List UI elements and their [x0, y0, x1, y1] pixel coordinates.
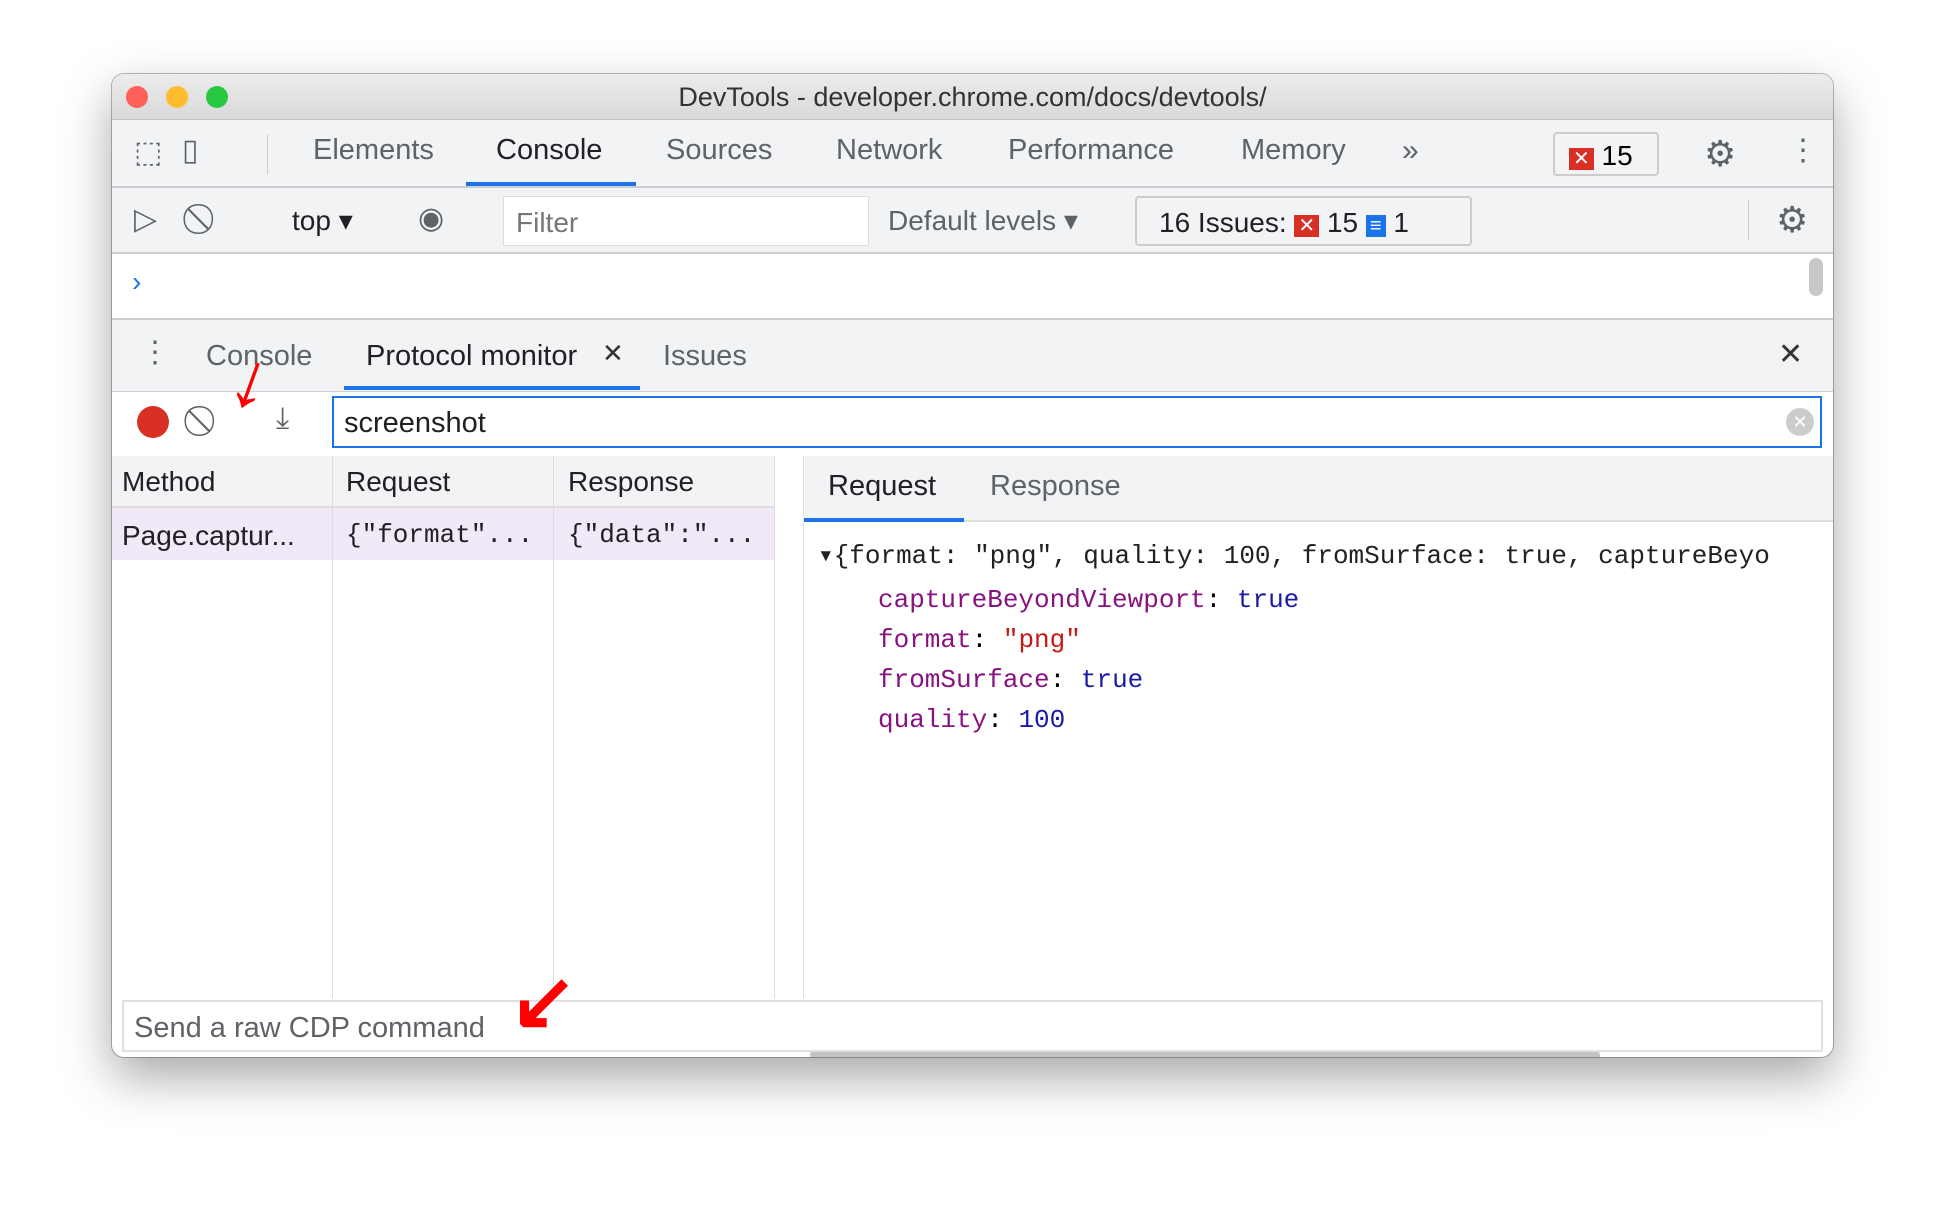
column-header-request[interactable]: Request: [346, 466, 450, 498]
tab-network[interactable]: Network: [836, 134, 942, 167]
more-tabs-icon[interactable]: »: [1402, 136, 1419, 166]
download-icon[interactable]: ⤓: [276, 404, 289, 434]
minimize-window-button[interactable]: [166, 86, 188, 108]
error-count: 15: [1601, 140, 1633, 171]
log-levels-select[interactable]: Default levels ▾: [888, 204, 1078, 237]
cdp-command-input[interactable]: Send a raw CDP command: [122, 1000, 1823, 1052]
console-settings-icon[interactable]: ⚙: [1776, 202, 1808, 238]
console-prompt-area[interactable]: ›: [112, 254, 1833, 320]
filter-input[interactable]: Filter: [503, 196, 869, 246]
record-button[interactable]: [137, 406, 169, 438]
protocol-toolbar: ⃠ ⤓ screenshot ✕: [112, 392, 1833, 456]
property-row: fromSurface: true: [878, 665, 1144, 695]
request-properties: captureBeyondViewport: true format: "png…: [878, 580, 1299, 740]
console-scrollbar[interactable]: [1809, 258, 1823, 296]
tab-sources[interactable]: Sources: [666, 134, 772, 167]
protocol-messages-table: Method Request Response Page.captur... {…: [112, 456, 775, 998]
column-header-method[interactable]: Method: [122, 466, 215, 498]
title-bar: DevTools - developer.chrome.com/docs/dev…: [112, 74, 1833, 120]
close-window-button[interactable]: [126, 86, 148, 108]
property-row: quality: 100: [878, 705, 1066, 735]
drawer-tabbar: ⋮ Console Protocol monitor ✕ Issues ✕: [112, 320, 1833, 392]
error-icon: ✕: [1294, 215, 1320, 237]
drawer-tab-protocol-monitor[interactable]: Protocol monitor: [366, 340, 577, 373]
maximize-window-button[interactable]: [206, 86, 228, 108]
detail-tab-request[interactable]: Request: [828, 470, 936, 503]
sidebar-toggle-icon[interactable]: ▷: [134, 205, 157, 235]
window-title: DevTools - developer.chrome.com/docs/dev…: [678, 82, 1267, 112]
row-method: Page.captur...: [122, 520, 295, 551]
row-response: {"data":"...: [568, 520, 756, 550]
issues-button[interactable]: 16 Issues: ✕ 15 ≡ 1: [1135, 196, 1472, 246]
request-object-summary[interactable]: ▾{format: "png", quality: 100, fromSurfa…: [818, 540, 1770, 571]
row-request: {"format"...: [346, 520, 534, 550]
property-row: format: "png": [878, 625, 1081, 655]
prompt-chevron-icon: ›: [132, 266, 142, 297]
close-tab-icon[interactable]: ✕: [602, 340, 624, 366]
close-drawer-icon[interactable]: ✕: [1778, 340, 1803, 370]
clear-filter-icon[interactable]: ✕: [1786, 408, 1814, 436]
table-row[interactable]: Page.captur... {"format"... {"data":"...: [112, 508, 774, 560]
settings-gear-icon[interactable]: ⚙: [1704, 136, 1736, 172]
annotation-arrow-icon: ↙: [510, 956, 578, 1045]
main-toolbar: ⬚ ▯ Elements Console Sources Network Per…: [112, 120, 1833, 188]
console-toolbar: ▷ ⃠ top ▾ ◉ Filter Default levels ▾ 16 I…: [112, 188, 1833, 254]
context-select[interactable]: top ▾: [292, 204, 353, 237]
tab-console[interactable]: Console: [496, 134, 602, 167]
drawer-menu-icon[interactable]: ⋮: [140, 338, 170, 368]
tab-performance[interactable]: Performance: [1008, 134, 1174, 167]
devtools-window: DevTools - developer.chrome.com/docs/dev…: [112, 74, 1833, 1057]
error-badge[interactable]: ✕ 15: [1553, 132, 1659, 176]
protocol-filter-input[interactable]: screenshot ✕: [332, 396, 1822, 448]
inspect-element-icon[interactable]: ⬚: [134, 138, 162, 168]
tab-memory[interactable]: Memory: [1241, 134, 1346, 167]
info-message-icon: ≡: [1365, 215, 1386, 237]
drawer-tab-issues[interactable]: Issues: [663, 340, 747, 373]
tab-elements[interactable]: Elements: [313, 134, 434, 167]
more-options-icon[interactable]: ⋮: [1788, 136, 1818, 166]
property-row: captureBeyondViewport: true: [878, 585, 1300, 615]
live-expression-eye-icon[interactable]: ◉: [418, 204, 444, 234]
message-detail-pane: Request Response ▾{format: "png", qualit…: [803, 456, 1833, 1057]
column-header-response[interactable]: Response: [568, 466, 694, 498]
detail-tab-response[interactable]: Response: [990, 470, 1121, 503]
error-icon: ✕: [1569, 148, 1594, 170]
device-toolbar-icon[interactable]: ▯: [182, 136, 199, 166]
